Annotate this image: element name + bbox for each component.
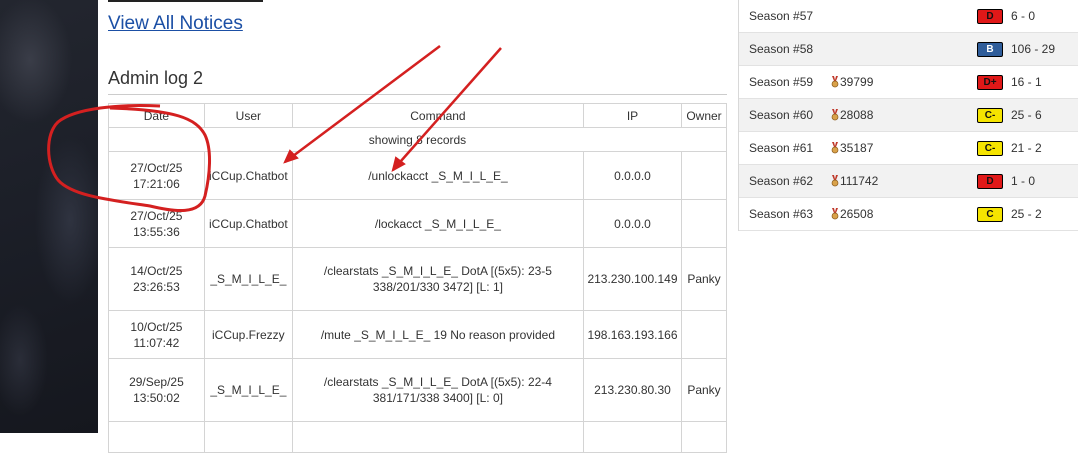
table-row: 27/Oct/25 13:55:36 iCCup.Chatbot /lockacc… xyxy=(108,199,728,248)
table-row: 27/Oct/25 17:21:06 iCCup.Chatbot /unlocka… xyxy=(108,151,728,200)
divider xyxy=(108,94,727,95)
empty-cell xyxy=(583,421,682,453)
table-row: 29/Sep/25 13:50:02 _S_M_I_L_E_ /clearstat… xyxy=(108,358,728,422)
season-score: 106 - 29 xyxy=(1011,42,1056,56)
rank-badge: D+ xyxy=(977,75,1003,90)
owner-cell: Panky xyxy=(680,358,728,422)
command-cell: /mute _S_M_I_L_E_ 19 No reason provided xyxy=(291,310,585,359)
rank-badge: C xyxy=(977,207,1003,222)
medal-icon xyxy=(831,175,839,187)
main-content: View All Notices Admin log 2 Date User C… xyxy=(98,0,738,453)
medal-points: 39799 xyxy=(831,75,873,89)
season-row[interactable]: Season #60 28088 C- 25 - 6 xyxy=(739,99,1078,132)
season-name: Season #59 xyxy=(749,75,814,89)
season-score: 6 - 0 xyxy=(1011,9,1036,23)
date-cell: 29/Sep/25 13:50:02 xyxy=(108,358,205,422)
medal-points: 111742 xyxy=(831,174,878,188)
season-stats-panel: Season #57 D 6 - 0 Season #58 B 106 - 29… xyxy=(738,0,1078,231)
season-row[interactable]: Season #57 D 6 - 0 xyxy=(739,0,1078,33)
user-cell[interactable]: iCCup.Chatbot xyxy=(203,151,293,200)
season-name: Season #60 xyxy=(749,108,814,122)
admin-log-title: Admin log 2 xyxy=(108,68,204,88)
date-cell: 27/Oct/25 17:21:06 xyxy=(108,151,205,200)
season-name: Season #61 xyxy=(749,141,814,155)
medal-icon xyxy=(831,208,839,220)
user-cell[interactable]: _S_M_I_L_E_ xyxy=(203,247,293,311)
view-all-notices-link[interactable]: View All Notices xyxy=(108,13,243,35)
season-name: Season #62 xyxy=(749,174,814,188)
rank-badge: C- xyxy=(977,108,1003,123)
column-header-command[interactable]: Command xyxy=(291,103,585,128)
command-cell: /unlockacct _S_M_I_L_E_ xyxy=(291,151,585,200)
admin-log-table: Date User Command IP Owner showing 8 rec… xyxy=(108,103,728,453)
user-cell[interactable]: _S_M_I_L_E_ xyxy=(203,358,293,422)
medal-icon xyxy=(831,76,839,88)
owner-cell xyxy=(680,199,728,248)
table-row: 14/Oct/25 23:26:53 _S_M_I_L_E_ /clearstat… xyxy=(108,247,728,311)
command-cell: /clearstats _S_M_I_L_E_ DotA [(5x5): 23-… xyxy=(291,247,585,311)
season-row[interactable]: Season #59 39799 D+ 16 - 1 xyxy=(739,66,1078,99)
column-header-owner[interactable]: Owner xyxy=(680,103,728,128)
column-header-date[interactable]: Date xyxy=(108,103,205,128)
season-name: Season #63 xyxy=(749,207,814,221)
medal-icon xyxy=(831,109,839,121)
table-row: 10/Oct/25 11:07:42 iCCup.Frezzy /mute _S_… xyxy=(108,310,728,359)
divider xyxy=(108,0,263,2)
season-row[interactable]: Season #58 B 106 - 29 xyxy=(739,33,1078,66)
season-score: 21 - 2 xyxy=(1011,141,1042,155)
medal-icon xyxy=(831,142,839,154)
medal-points: 28088 xyxy=(831,108,873,122)
empty-cell xyxy=(291,421,585,453)
column-header-user[interactable]: User xyxy=(203,103,293,128)
owner-cell xyxy=(680,310,728,359)
season-name: Season #57 xyxy=(749,9,814,23)
rank-badge: D xyxy=(977,174,1003,189)
command-cell: /lockacct _S_M_I_L_E_ xyxy=(291,199,585,248)
season-name: Season #58 xyxy=(749,42,814,56)
empty-cell xyxy=(108,421,205,453)
rank-badge: B xyxy=(977,42,1003,57)
medal-points: 26508 xyxy=(831,207,873,221)
empty-cell xyxy=(680,421,728,453)
season-score: 1 - 0 xyxy=(1011,174,1036,188)
ip-cell: 198.163.193.166 xyxy=(583,310,682,359)
table-row xyxy=(108,421,728,453)
season-score: 25 - 6 xyxy=(1011,108,1042,122)
season-score: 16 - 1 xyxy=(1011,75,1042,89)
owner-cell xyxy=(680,151,728,200)
ip-cell: 213.230.80.30 xyxy=(583,358,682,422)
record-count: showing 8 records xyxy=(108,127,727,152)
season-row[interactable]: Season #62 111742 D 1 - 0 xyxy=(739,165,1078,198)
empty-cell xyxy=(203,421,293,453)
ip-cell: 0.0.0.0 xyxy=(583,199,682,248)
season-score: 25 - 2 xyxy=(1011,207,1042,221)
date-cell: 14/Oct/25 23:26:53 xyxy=(108,247,205,311)
season-row[interactable]: Season #63 26508 C 25 - 2 xyxy=(739,198,1078,231)
page-background-art xyxy=(0,0,98,433)
rank-badge: C- xyxy=(977,141,1003,156)
user-cell[interactable]: iCCup.Chatbot xyxy=(203,199,293,248)
date-cell: 10/Oct/25 11:07:42 xyxy=(108,310,205,359)
medal-points: 35187 xyxy=(831,141,873,155)
column-header-ip[interactable]: IP xyxy=(583,103,682,128)
owner-cell: Panky xyxy=(680,247,728,311)
command-cell: /clearstats _S_M_I_L_E_ DotA [(5x5): 22-… xyxy=(291,358,585,422)
date-cell: 27/Oct/25 13:55:36 xyxy=(108,199,205,248)
season-row[interactable]: Season #61 35187 C- 21 - 2 xyxy=(739,132,1078,165)
ip-cell: 213.230.100.149 xyxy=(583,247,682,311)
user-cell[interactable]: iCCup.Frezzy xyxy=(203,310,293,359)
rank-badge: D xyxy=(977,9,1003,24)
ip-cell: 0.0.0.0 xyxy=(583,151,682,200)
